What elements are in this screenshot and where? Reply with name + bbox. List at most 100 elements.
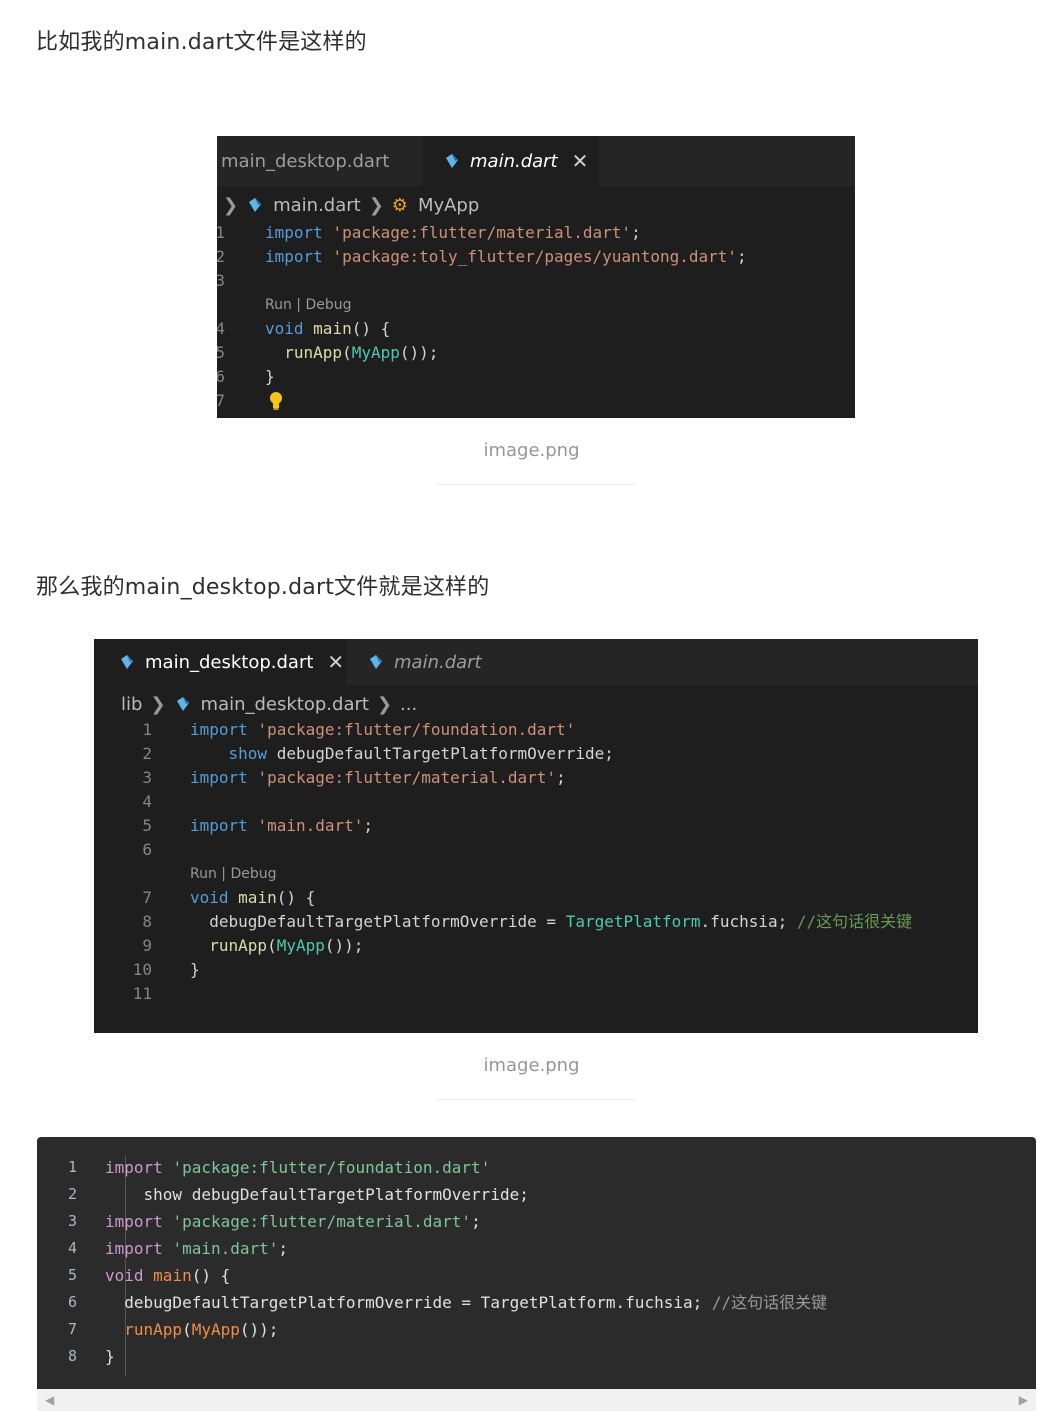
- line-number: 7: [217, 391, 225, 410]
- code-token: import: [265, 223, 323, 242]
- close-icon[interactable]: ✕: [572, 151, 589, 171]
- code-token: import: [105, 1212, 163, 1231]
- codelens-row: Run | Debug: [94, 862, 978, 886]
- line-number: 4: [142, 792, 152, 811]
- code-text: import 'package:flutter/material.dart';: [265, 221, 641, 245]
- code-token: //这句话很关键: [711, 1293, 828, 1312]
- line-number: 1: [217, 223, 225, 242]
- code-token: runApp: [209, 936, 268, 955]
- code-token: (: [182, 1320, 192, 1339]
- line-number: 6: [142, 840, 152, 859]
- dart-icon: [367, 653, 385, 671]
- code-line: 1 import 'package:flutter/material.dart';: [217, 221, 855, 245]
- caption-divider: [436, 484, 636, 485]
- code-token: }: [105, 1347, 115, 1366]
- tab-main-desktop-dart[interactable]: main_desktop.dart ✕: [94, 639, 346, 685]
- code-text: import 'package:flutter/material.dart';: [105, 1208, 481, 1235]
- code-token: //这句话很关键: [796, 912, 913, 931]
- code-token: MyApp: [191, 1320, 240, 1339]
- code-token: }: [190, 960, 200, 979]
- line-number: 4: [67, 1239, 77, 1257]
- code-line: 2 show debugDefaultTargetPlatformOverrid…: [37, 1181, 1036, 1208]
- breadcrumb-class[interactable]: MyApp: [418, 195, 479, 216]
- close-icon[interactable]: ✕: [327, 652, 344, 672]
- breadcrumb-folder[interactable]: lib: [121, 694, 142, 715]
- code-token: show debugDefaultTargetPlatformOverride;: [105, 1185, 529, 1204]
- code-line: 11: [94, 982, 978, 1006]
- line-number: 8: [142, 912, 152, 931]
- codelens-run-debug[interactable]: Run | Debug: [190, 862, 277, 886]
- code-text: show debugDefaultTargetPlatformOverride;: [190, 742, 614, 766]
- code-text: runApp(MyApp());: [265, 341, 438, 365]
- code-token: runApp: [124, 1320, 183, 1339]
- code-token: import: [190, 720, 248, 739]
- code-block: 1 import 'package:flutter/foundation.dart…: [37, 1137, 1036, 1411]
- code-line: 10}: [94, 958, 978, 982]
- tab-main-dart[interactable]: main.dart: [347, 639, 523, 685]
- code-line: 2 import 'package:toly_flutter/pages/yuan…: [217, 245, 855, 269]
- line-number: 5: [217, 343, 225, 362]
- code-line: 4 import 'main.dart';: [37, 1235, 1036, 1262]
- code-line: 8}: [37, 1343, 1036, 1370]
- code-line: 6}: [217, 365, 855, 389]
- code-line: 3 import 'package:flutter/material.dart';: [37, 1208, 1036, 1235]
- line-number: 5: [67, 1266, 77, 1284]
- code-token: ());: [399, 343, 439, 362]
- line-number: 2: [142, 744, 152, 763]
- code-line: 4: [94, 790, 978, 814]
- chevron-right-icon: ❯: [376, 693, 393, 715]
- tab-main-dart[interactable]: main.dart ✕: [423, 136, 599, 186]
- code-text: }: [105, 1343, 115, 1370]
- chevron-right-icon: ❯: [223, 194, 239, 216]
- code-line: 6 debugDefaultTargetPlatformOverride = T…: [37, 1289, 1036, 1316]
- breadcrumb-file[interactable]: main.dart: [273, 195, 361, 216]
- line-number: 7: [142, 888, 152, 907]
- breadcrumb-more[interactable]: ...: [400, 694, 417, 715]
- breadcrumb-file[interactable]: main_desktop.dart: [201, 694, 369, 715]
- code-text: import 'package:flutter/foundation.dart': [190, 718, 575, 742]
- code-token: void: [105, 1266, 144, 1285]
- code-editor[interactable]: 1 import 'package:flutter/foundation.dart…: [94, 718, 978, 1018]
- code-token: import: [105, 1158, 163, 1177]
- code-text: runApp(MyApp());: [190, 934, 363, 958]
- line-number: 3: [67, 1212, 77, 1230]
- code-line: 9 runApp(MyApp());: [94, 934, 978, 958]
- codelens-row: Run | Debug: [217, 293, 855, 317]
- line-number: 2: [217, 247, 225, 266]
- code-line: 7: [217, 389, 855, 413]
- code-token: ());: [324, 936, 364, 955]
- scroll-right-icon[interactable]: ▶: [1019, 1393, 1028, 1407]
- code-text: void main() {: [265, 317, 390, 341]
- lightbulb-icon[interactable]: [269, 391, 283, 411]
- line-number: 8: [67, 1347, 77, 1365]
- line-number: 5: [142, 816, 152, 835]
- horizontal-scrollbar[interactable]: ◀ ▶: [37, 1389, 1036, 1411]
- line-number: 2: [67, 1185, 77, 1203]
- line-number: 3: [217, 271, 225, 290]
- screenshot-main-dart: main_desktop.dart main.dart ✕ ❯ main.dar…: [217, 136, 855, 418]
- code-line: 5 import 'main.dart';: [94, 814, 978, 838]
- scroll-left-icon[interactable]: ◀: [45, 1393, 54, 1407]
- line-number: 6: [217, 367, 225, 386]
- code-text: debugDefaultTargetPlatformOverride = Tar…: [190, 910, 912, 934]
- code-line: 7 void main() {: [94, 886, 978, 910]
- code-token: import: [190, 768, 248, 787]
- code-text: import 'main.dart';: [105, 1235, 288, 1262]
- code-line: 8 debugDefaultTargetPlatformOverride = T…: [94, 910, 978, 934]
- code-token: ;: [631, 223, 641, 242]
- code-text: debugDefaultTargetPlatformOverride = Tar…: [105, 1289, 827, 1316]
- code-token: () {: [276, 888, 316, 907]
- image-caption-2: image.png: [483, 1055, 580, 1076]
- code-token: import: [105, 1239, 163, 1258]
- breadcrumb: ❯ main.dart ❯ ⚙ MyApp: [217, 186, 479, 224]
- code-editor[interactable]: 1 import 'package:flutter/material.dart';…: [217, 221, 855, 418]
- tab-main-desktop-dart[interactable]: main_desktop.dart: [217, 136, 422, 186]
- screenshot-main-desktop-dart: main_desktop.dart ✕ main.dart lib ❯ main…: [94, 639, 978, 1033]
- codelens-run-debug[interactable]: Run | Debug: [265, 293, 352, 317]
